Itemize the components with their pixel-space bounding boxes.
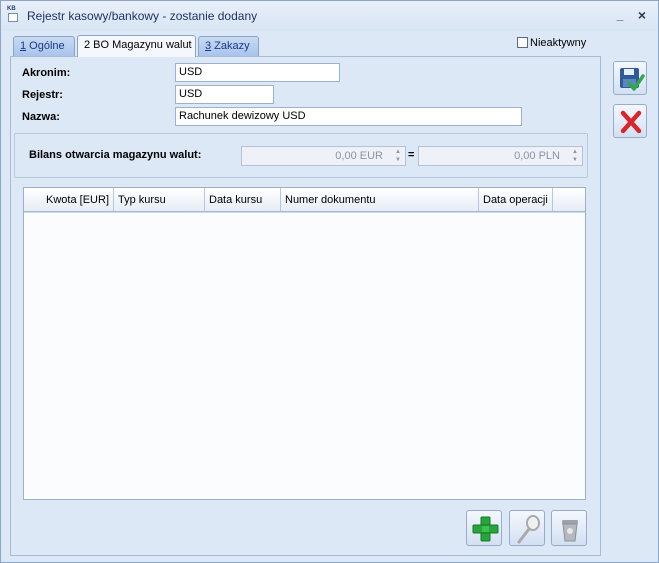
- akronim-input[interactable]: USD: [175, 63, 340, 82]
- edit-button[interactable]: [509, 510, 545, 546]
- operations-grid[interactable]: Kwota [EUR] Typ kursu Data kursu Numer d…: [23, 187, 586, 500]
- col-kwota[interactable]: Kwota [EUR]: [24, 188, 114, 211]
- grid-body[interactable]: [24, 212, 585, 499]
- title-bar[interactable]: KB Rejestr kasowy/bankowy - zostanie dod…: [1, 1, 658, 31]
- col-typ-kursu[interactable]: Typ kursu: [114, 188, 205, 211]
- green-plus-icon: [472, 516, 499, 542]
- app-icon: KB: [7, 5, 21, 23]
- col-data-operacji[interactable]: Data operacji: [479, 188, 553, 211]
- col-numer-dokumentu[interactable]: Numer dokumentu: [281, 188, 479, 211]
- col-filler: [553, 188, 585, 211]
- col-data-kursu[interactable]: Data kursu: [205, 188, 281, 211]
- nazwa-label: Nazwa:: [22, 111, 60, 123]
- window: KB Rejestr kasowy/bankowy - zostanie dod…: [0, 0, 659, 563]
- app-badge-text: KB: [7, 6, 16, 12]
- inactive-checkbox[interactable]: [517, 37, 528, 48]
- delete-button[interactable]: [551, 510, 587, 546]
- tab-bo-magazynu-walut[interactable]: 2 BO Magazynu walut: [77, 35, 196, 57]
- tab-zakazy[interactable]: 3 Zakazy: [198, 36, 259, 56]
- close-button[interactable]: ×: [635, 7, 649, 23]
- rejestr-label: Rejestr:: [22, 89, 63, 101]
- pln-spin-icon[interactable]: ▲ ▼: [570, 148, 580, 164]
- minimize-button[interactable]: _: [613, 7, 627, 23]
- nazwa-input[interactable]: Rachunek dewizowy USD: [175, 107, 522, 126]
- inactive-label: Nieaktywny: [530, 37, 587, 49]
- eur-spin-icon[interactable]: ▲ ▼: [393, 148, 403, 164]
- bilans-eur-field[interactable]: 0,00 EUR ▲ ▼: [241, 146, 406, 166]
- trash-bin-icon: [562, 520, 578, 542]
- grid-header: Kwota [EUR] Typ kursu Data kursu Numer d…: [24, 188, 585, 212]
- cancel-button[interactable]: [613, 104, 647, 138]
- tab-ogolne[interactable]: 1 Ogólne: [13, 36, 75, 56]
- bilans-label: Bilans otwarcia magazynu walut:: [29, 149, 202, 161]
- inactive-checkbox-wrap[interactable]: Nieaktywny: [517, 37, 586, 49]
- bilans-group: Bilans otwarcia magazynu walut: 0,00 EUR…: [14, 133, 588, 178]
- magnifier-icon: [517, 515, 540, 544]
- akronim-label: Akronim:: [22, 67, 71, 79]
- save-floppy-check-icon: [620, 68, 645, 91]
- save-button[interactable]: [613, 61, 647, 95]
- rejestr-input[interactable]: USD: [175, 85, 274, 104]
- add-button[interactable]: [466, 510, 502, 546]
- window-title: Rejestr kasowy/bankowy - zostanie dodany: [27, 9, 258, 23]
- bilans-pln-field[interactable]: 0,00 PLN ▲ ▼: [418, 146, 583, 166]
- red-x-icon: [620, 110, 642, 134]
- equals-sign: =: [408, 149, 415, 161]
